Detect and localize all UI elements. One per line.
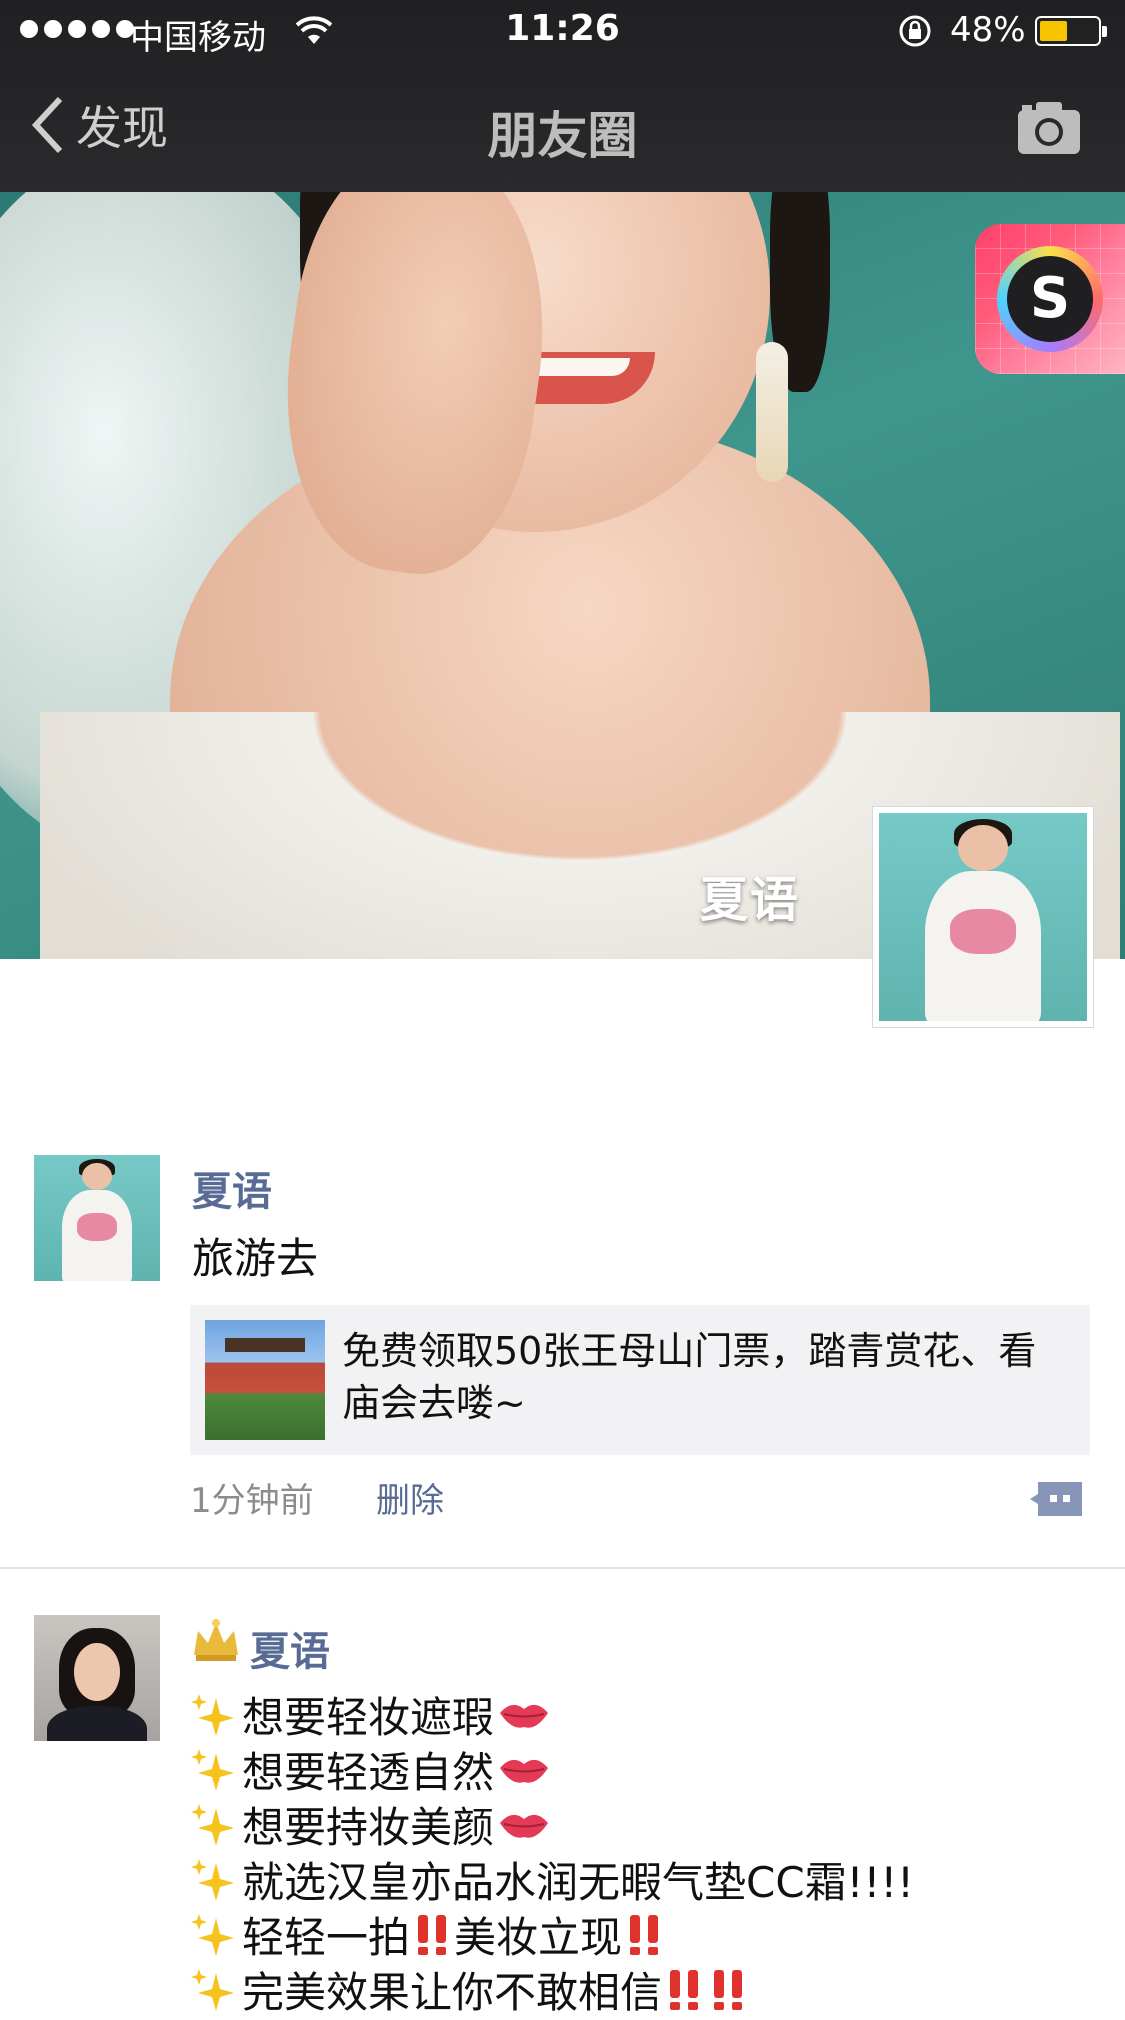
crown-icon <box>194 1619 238 1661</box>
moment-post: 夏语 想要轻妆遮瑕 想要轻透自然 想要持妆美颜 就选汉皇亦品水润无暇气垫CC霜!… <box>0 1615 1125 2017</box>
double-exclamation-icon <box>418 1914 447 1955</box>
navigation-bar: 发现 朋友圈 <box>0 62 1125 192</box>
moment-post: 夏语 旅游去 免费领取50张王母山门票，踏青赏花、看庙会去喽~ 1分钟前 删除 <box>0 1155 1125 1565</box>
post-line: 轻轻一拍 美妆立现 <box>190 1907 1090 1962</box>
post-line: 想要轻妆遮瑕 <box>190 1687 1090 1742</box>
app-shortcut-badge[interactable]: S <box>975 224 1125 374</box>
sparkle-icon <box>191 1748 234 1791</box>
post-divider <box>0 1567 1125 1569</box>
post-avatar[interactable] <box>34 1155 160 1281</box>
post-line: 想要持妆美颜 <box>190 1797 1090 1852</box>
app-badge-letter: S <box>1007 256 1093 342</box>
post-line: 就选汉皇亦品水润无暇气垫CC霜!!!! <box>190 1852 1090 1907</box>
page-title: 朋友圈 <box>487 107 638 165</box>
top-bar: 中国移动 11:26 48% 发现 朋友圈 <box>0 0 1125 192</box>
kiss-icon <box>500 1704 549 1728</box>
comment-icon[interactable] <box>1028 1480 1084 1518</box>
profile-avatar[interactable] <box>872 806 1094 1028</box>
status-bar: 中国移动 11:26 48% <box>0 0 1125 62</box>
kiss-icon <box>500 1814 549 1838</box>
battery-icon <box>1035 16 1107 46</box>
delete-button[interactable]: 删除 <box>376 1473 444 1522</box>
sparkle-icon <box>191 1803 234 1846</box>
sparkle-icon <box>191 1913 234 1956</box>
sparkle-icon <box>191 1693 234 1736</box>
sparkle-icon <box>191 1968 234 2011</box>
rotation-lock-icon <box>899 15 931 47</box>
post-text-lines: 想要轻妆遮瑕 想要轻透自然 想要持妆美颜 就选汉皇亦品水润无暇气垫CC霜!!!!… <box>190 1687 1090 2017</box>
earring <box>756 342 788 482</box>
post-line: 完美效果让你不敢相信 <box>190 1962 1090 2017</box>
shared-link-card[interactable]: 免费领取50张王母山门票，踏青赏花、看庙会去喽~ <box>190 1305 1090 1455</box>
post-line: 想要轻透自然 <box>190 1742 1090 1797</box>
post-avatar[interactable] <box>34 1615 160 1741</box>
post-author-name[interactable]: 夏语 <box>192 1159 272 1217</box>
battery-percent: 48% <box>950 10 1026 50</box>
sparkle-icon <box>191 1858 234 1901</box>
cover-username: 夏语 <box>700 872 801 928</box>
camera-icon[interactable] <box>1016 100 1082 156</box>
avatar <box>879 813 1087 1021</box>
post-author-name[interactable]: 夏语 <box>250 1619 330 1677</box>
post-timestamp: 1分钟前 <box>190 1481 314 1521</box>
post-text: 旅游去 <box>192 1234 319 1283</box>
link-title: 免费领取50张王母山门票，踏青赏花、看庙会去喽~ <box>342 1329 1037 1425</box>
double-exclamation-icon <box>714 1969 743 2010</box>
double-exclamation-icon <box>670 1969 699 2010</box>
link-thumbnail <box>205 1320 325 1440</box>
double-exclamation-icon <box>630 1914 659 1955</box>
kiss-icon <box>500 1759 549 1783</box>
battery-level-fill <box>1040 21 1067 41</box>
